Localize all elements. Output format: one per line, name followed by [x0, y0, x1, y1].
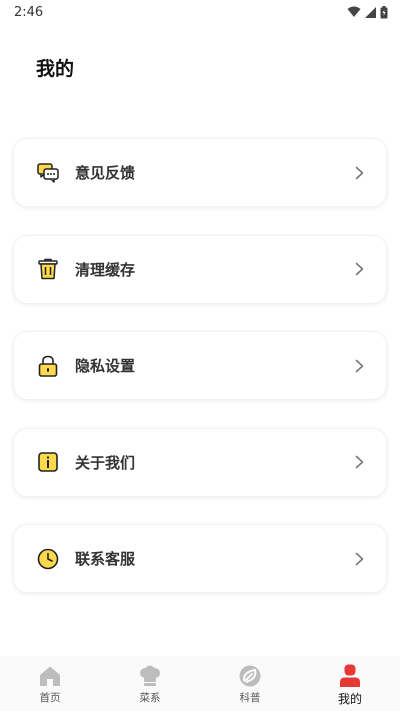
science-icon [238, 664, 262, 688]
tab-science[interactable]: 科普 [200, 656, 300, 711]
chat-bubbles-icon [37, 162, 59, 184]
signal-icon [365, 6, 376, 18]
tab-mine[interactable]: 我的 [300, 656, 400, 711]
lock-icon [37, 355, 59, 377]
tab-label-home: 首页 [39, 692, 61, 704]
menu-label-customer-service: 联系客服 [75, 550, 136, 568]
page-title: 我的 [36, 58, 75, 80]
settings-menu: 意见反馈 清理缓存 隐私设置 关于我们 联系客服 [13, 138, 387, 621]
tab-cuisine[interactable]: 菜系 [100, 656, 200, 711]
menu-label-clear-cache: 清理缓存 [75, 260, 136, 279]
tab-label-mine: 我的 [337, 692, 362, 706]
tab-label-science: 科普 [239, 692, 261, 704]
info-icon [37, 451, 59, 473]
home-icon [38, 664, 62, 688]
menu-label-feedback: 意见反馈 [75, 164, 136, 182]
user-icon [338, 664, 362, 688]
chevron-right-icon [352, 166, 366, 180]
menu-item-privacy[interactable]: 隐私设置 [13, 331, 387, 400]
chevron-right-icon [352, 552, 366, 566]
menu-item-clear-cache[interactable]: 清理缓存 [13, 234, 387, 304]
status-bar: 2:46 [0, 0, 400, 24]
clock-icon [37, 548, 59, 570]
menu-item-feedback[interactable]: 意见反馈 [13, 138, 387, 207]
chef-hat-icon [138, 664, 162, 688]
tab-label-cuisine: 菜系 [139, 692, 161, 704]
chevron-right-icon [352, 262, 366, 276]
status-time: 2:46 [14, 4, 44, 20]
menu-label-privacy: 隐私设置 [75, 357, 136, 375]
chevron-right-icon [352, 455, 366, 469]
menu-item-about[interactable]: 关于我们 [13, 427, 387, 497]
trash-icon [37, 258, 59, 280]
status-icons [347, 5, 388, 19]
chevron-right-icon [352, 359, 366, 373]
bottom-tab-bar: 首页 菜系 科普 我的 [0, 656, 400, 711]
menu-item-customer-service[interactable]: 联系客服 [13, 524, 387, 593]
battery-icon [380, 5, 388, 18]
wifi-icon [347, 6, 361, 17]
tab-home[interactable]: 首页 [0, 656, 100, 711]
menu-label-about: 关于我们 [75, 453, 136, 472]
